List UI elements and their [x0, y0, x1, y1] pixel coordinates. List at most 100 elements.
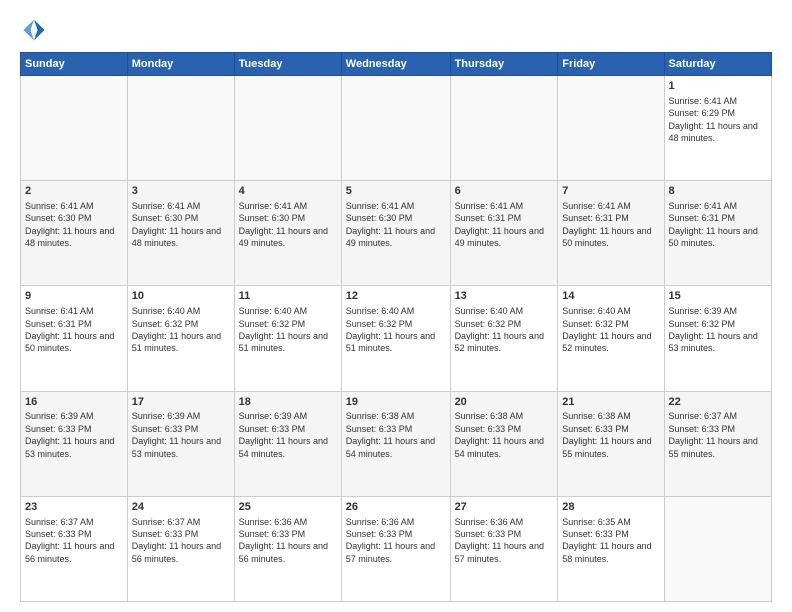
calendar-body: 1Sunrise: 6:41 AM Sunset: 6:29 PM Daylig…: [21, 76, 772, 602]
day-cell: [664, 496, 771, 601]
day-info: Sunrise: 6:40 AM Sunset: 6:32 PM Dayligh…: [455, 305, 554, 355]
weekday-row: SundayMondayTuesdayWednesdayThursdayFrid…: [21, 53, 772, 76]
logo: [20, 16, 52, 44]
day-info: Sunrise: 6:39 AM Sunset: 6:33 PM Dayligh…: [25, 410, 123, 460]
day-cell: 24Sunrise: 6:37 AM Sunset: 6:33 PM Dayli…: [127, 496, 234, 601]
day-info: Sunrise: 6:36 AM Sunset: 6:33 PM Dayligh…: [455, 516, 554, 566]
day-cell: [234, 76, 341, 181]
day-cell: [341, 76, 450, 181]
day-info: Sunrise: 6:39 AM Sunset: 6:33 PM Dayligh…: [239, 410, 337, 460]
week-row-3: 9Sunrise: 6:41 AM Sunset: 6:31 PM Daylig…: [21, 286, 772, 391]
day-info: Sunrise: 6:41 AM Sunset: 6:30 PM Dayligh…: [25, 200, 123, 250]
day-info: Sunrise: 6:37 AM Sunset: 6:33 PM Dayligh…: [669, 410, 767, 460]
weekday-header-sunday: Sunday: [21, 53, 128, 76]
day-info: Sunrise: 6:41 AM Sunset: 6:31 PM Dayligh…: [25, 305, 123, 355]
day-number: 15: [669, 289, 767, 304]
day-number: 24: [132, 500, 230, 515]
day-info: Sunrise: 6:39 AM Sunset: 6:33 PM Dayligh…: [132, 410, 230, 460]
day-cell: 10Sunrise: 6:40 AM Sunset: 6:32 PM Dayli…: [127, 286, 234, 391]
day-number: 16: [25, 395, 123, 410]
day-cell: [127, 76, 234, 181]
weekday-header-tuesday: Tuesday: [234, 53, 341, 76]
day-number: 19: [346, 395, 446, 410]
day-number: 18: [239, 395, 337, 410]
day-cell: 4Sunrise: 6:41 AM Sunset: 6:30 PM Daylig…: [234, 181, 341, 286]
day-cell: [558, 76, 664, 181]
day-number: 8: [669, 184, 767, 199]
week-row-5: 23 Sunrise: 6:37 AM Sunset: 6:33 PM Dayli…: [21, 496, 772, 601]
day-cell: 9Sunrise: 6:41 AM Sunset: 6:31 PM Daylig…: [21, 286, 128, 391]
weekday-header-saturday: Saturday: [664, 53, 771, 76]
day-cell: 12Sunrise: 6:40 AM Sunset: 6:32 PM Dayli…: [341, 286, 450, 391]
day-info: Sunrise: 6:37 AM Sunset: 6:33 PM Dayligh…: [132, 516, 230, 566]
day-number: 23: [25, 500, 123, 515]
day-cell: 5Sunrise: 6:41 AM Sunset: 6:30 PM Daylig…: [341, 181, 450, 286]
day-info: Sunrise: 6:40 AM Sunset: 6:32 PM Dayligh…: [346, 305, 446, 355]
day-info: Sunrise: 6:36 AM Sunset: 6:33 PM Dayligh…: [239, 516, 337, 566]
day-number: 7: [562, 184, 659, 199]
day-info: Sunrise: 6:36 AM Sunset: 6:33 PM Dayligh…: [346, 516, 446, 566]
day-info: Sunrise: 6:41 AM Sunset: 6:30 PM Dayligh…: [132, 200, 230, 250]
day-cell: 3Sunrise: 6:41 AM Sunset: 6:30 PM Daylig…: [127, 181, 234, 286]
day-number: 11: [239, 289, 337, 304]
calendar-header: SundayMondayTuesdayWednesdayThursdayFrid…: [21, 53, 772, 76]
day-number: 6: [455, 184, 554, 199]
day-cell: 2Sunrise: 6:41 AM Sunset: 6:30 PM Daylig…: [21, 181, 128, 286]
weekday-header-monday: Monday: [127, 53, 234, 76]
day-number: 21: [562, 395, 659, 410]
day-info: Sunrise: 6:41 AM Sunset: 6:31 PM Dayligh…: [669, 200, 767, 250]
day-cell: 28Sunrise: 6:35 AM Sunset: 6:33 PM Dayli…: [558, 496, 664, 601]
day-number: 12: [346, 289, 446, 304]
day-info: Sunrise: 6:40 AM Sunset: 6:32 PM Dayligh…: [239, 305, 337, 355]
day-info: Sunrise: 6:41 AM Sunset: 6:31 PM Dayligh…: [455, 200, 554, 250]
week-row-4: 16Sunrise: 6:39 AM Sunset: 6:33 PM Dayli…: [21, 391, 772, 496]
day-cell: 17Sunrise: 6:39 AM Sunset: 6:33 PM Dayli…: [127, 391, 234, 496]
day-number: 9: [25, 289, 123, 304]
day-number: 25: [239, 500, 337, 515]
page: SundayMondayTuesdayWednesdayThursdayFrid…: [0, 0, 792, 612]
day-number: 5: [346, 184, 446, 199]
day-cell: 6Sunrise: 6:41 AM Sunset: 6:31 PM Daylig…: [450, 181, 558, 286]
day-number: 22: [669, 395, 767, 410]
weekday-header-thursday: Thursday: [450, 53, 558, 76]
day-info: Sunrise: 6:40 AM Sunset: 6:32 PM Dayligh…: [132, 305, 230, 355]
day-info: Sunrise: 6:41 AM Sunset: 6:29 PM Dayligh…: [669, 95, 767, 145]
day-info: Sunrise: 6:40 AM Sunset: 6:32 PM Dayligh…: [562, 305, 659, 355]
calendar: SundayMondayTuesdayWednesdayThursdayFrid…: [20, 52, 772, 602]
day-cell: [450, 76, 558, 181]
day-number: 27: [455, 500, 554, 515]
day-info: Sunrise: 6:41 AM Sunset: 6:30 PM Dayligh…: [239, 200, 337, 250]
day-info: Sunrise: 6:39 AM Sunset: 6:32 PM Dayligh…: [669, 305, 767, 355]
week-row-1: 1Sunrise: 6:41 AM Sunset: 6:29 PM Daylig…: [21, 76, 772, 181]
day-cell: 16Sunrise: 6:39 AM Sunset: 6:33 PM Dayli…: [21, 391, 128, 496]
day-cell: 19Sunrise: 6:38 AM Sunset: 6:33 PM Dayli…: [341, 391, 450, 496]
day-info: Sunrise: 6:41 AM Sunset: 6:31 PM Dayligh…: [562, 200, 659, 250]
day-cell: 27Sunrise: 6:36 AM Sunset: 6:33 PM Dayli…: [450, 496, 558, 601]
day-cell: 13Sunrise: 6:40 AM Sunset: 6:32 PM Dayli…: [450, 286, 558, 391]
day-cell: 22Sunrise: 6:37 AM Sunset: 6:33 PM Dayli…: [664, 391, 771, 496]
day-number: 10: [132, 289, 230, 304]
day-number: 20: [455, 395, 554, 410]
header: [20, 16, 772, 44]
day-info: Sunrise: 6:35 AM Sunset: 6:33 PM Dayligh…: [562, 516, 659, 566]
day-cell: 8Sunrise: 6:41 AM Sunset: 6:31 PM Daylig…: [664, 181, 771, 286]
day-cell: 20Sunrise: 6:38 AM Sunset: 6:33 PM Dayli…: [450, 391, 558, 496]
weekday-header-friday: Friday: [558, 53, 664, 76]
day-cell: 25Sunrise: 6:36 AM Sunset: 6:33 PM Dayli…: [234, 496, 341, 601]
day-cell: 15Sunrise: 6:39 AM Sunset: 6:32 PM Dayli…: [664, 286, 771, 391]
day-number: 26: [346, 500, 446, 515]
weekday-header-wednesday: Wednesday: [341, 53, 450, 76]
day-info: Sunrise: 6:38 AM Sunset: 6:33 PM Dayligh…: [455, 410, 554, 460]
day-cell: 14Sunrise: 6:40 AM Sunset: 6:32 PM Dayli…: [558, 286, 664, 391]
day-cell: 1Sunrise: 6:41 AM Sunset: 6:29 PM Daylig…: [664, 76, 771, 181]
day-number: 14: [562, 289, 659, 304]
day-number: 4: [239, 184, 337, 199]
day-info: Sunrise: 6:41 AM Sunset: 6:30 PM Dayligh…: [346, 200, 446, 250]
day-cell: 18Sunrise: 6:39 AM Sunset: 6:33 PM Dayli…: [234, 391, 341, 496]
week-row-2: 2Sunrise: 6:41 AM Sunset: 6:30 PM Daylig…: [21, 181, 772, 286]
day-number: 3: [132, 184, 230, 199]
day-cell: 23Sunrise: 6:37 AM Sunset: 6:33 PM Dayli…: [21, 496, 128, 601]
day-number: 28: [562, 500, 659, 515]
day-number: 1: [669, 79, 767, 94]
day-number: 13: [455, 289, 554, 304]
